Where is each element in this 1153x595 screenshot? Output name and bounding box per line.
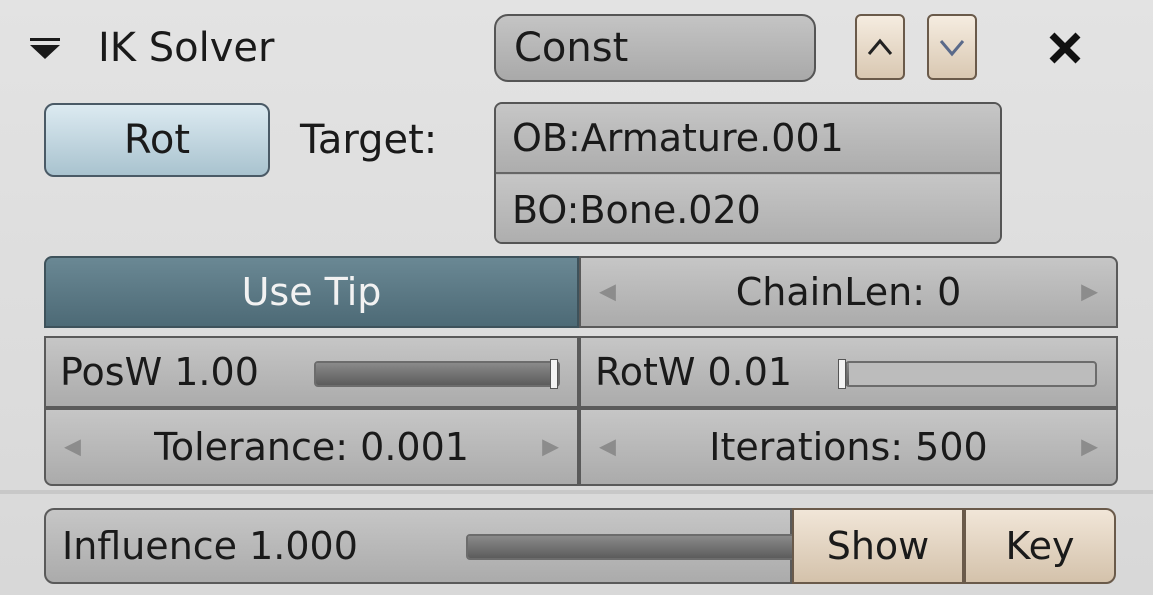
constraint-panel: IK Solver Const Rot Target: OB:Armature.… [0,0,1153,595]
arrow-left-icon[interactable]: ◀ [599,435,616,460]
chain-length-field[interactable]: ◀ ChainLen: 0 ▶ [579,256,1118,328]
use-tip-toggle[interactable]: Use Tip [44,256,579,328]
arrow-right-icon[interactable]: ▶ [542,435,559,460]
constraint-type-value: Const [514,25,629,71]
target-fields: OB:Armature.001 BO:Bone.020 [494,102,1002,244]
target-bone-value: BO:Bone.020 [512,188,761,232]
influence-slider[interactable]: Influence 1.000 [44,508,816,584]
show-button-label: Show [826,524,930,568]
target-object-value: OB:Armature.001 [512,116,844,160]
target-label: Target: [300,117,438,163]
delete-constraint-button[interactable] [1040,20,1090,76]
target-object-field[interactable]: OB:Armature.001 [496,104,1000,174]
rotation-weight-slider[interactable]: RotW 0.01 [579,336,1118,408]
collapse-triangle-icon[interactable] [28,37,64,61]
arrow-right-icon[interactable]: ▶ [1081,280,1098,305]
arrow-left-icon[interactable]: ◀ [64,435,81,460]
move-down-button[interactable] [927,14,977,80]
position-weight-handle[interactable] [550,359,558,389]
close-icon [1049,32,1081,64]
target-bone-field[interactable]: BO:Bone.020 [496,175,1000,242]
iterations-field[interactable]: ◀ Iterations: 500 ▶ [579,408,1118,486]
rot-button[interactable]: Rot [44,103,270,177]
tolerance-field[interactable]: ◀ Tolerance: 0.001 ▶ [44,408,579,486]
influence-label: Influence 1.000 [62,524,358,568]
position-weight-track[interactable] [314,361,560,387]
rot-button-label: Rot [123,117,191,163]
position-weight-slider[interactable]: PosW 1.00 [44,336,579,408]
rotation-weight-label: RotW 0.01 [595,350,793,394]
iterations-label: Iterations: 500 [709,425,988,469]
key-button[interactable]: Key [964,508,1116,584]
influence-fill [468,536,814,558]
rotation-weight-fill [847,363,850,385]
rotation-weight-handle[interactable] [837,359,846,389]
arrow-right-icon[interactable]: ▶ [1081,435,1098,460]
ik-settings-group: Use Tip ◀ ChainLen: 0 ▶ PosW 1.00 RotW 0… [44,256,1118,488]
tolerance-label: Tolerance: 0.001 [154,425,469,469]
chain-length-label: ChainLen: 0 [735,270,962,314]
section-divider [0,490,1153,494]
use-tip-label: Use Tip [241,270,382,314]
constraint-title[interactable]: IK Solver [98,28,274,68]
chevron-up-icon [867,38,893,55]
show-button[interactable]: Show [792,508,964,584]
position-weight-label: PosW 1.00 [60,350,259,394]
position-weight-fill [316,363,558,385]
constraint-type-field[interactable]: Const [494,14,816,82]
chevron-down-icon [939,40,965,57]
key-button-label: Key [1005,524,1075,568]
influence-track[interactable] [466,534,816,560]
move-up-button[interactable] [855,14,905,80]
arrow-left-icon[interactable]: ◀ [599,280,616,305]
rotation-weight-track[interactable] [845,361,1097,387]
